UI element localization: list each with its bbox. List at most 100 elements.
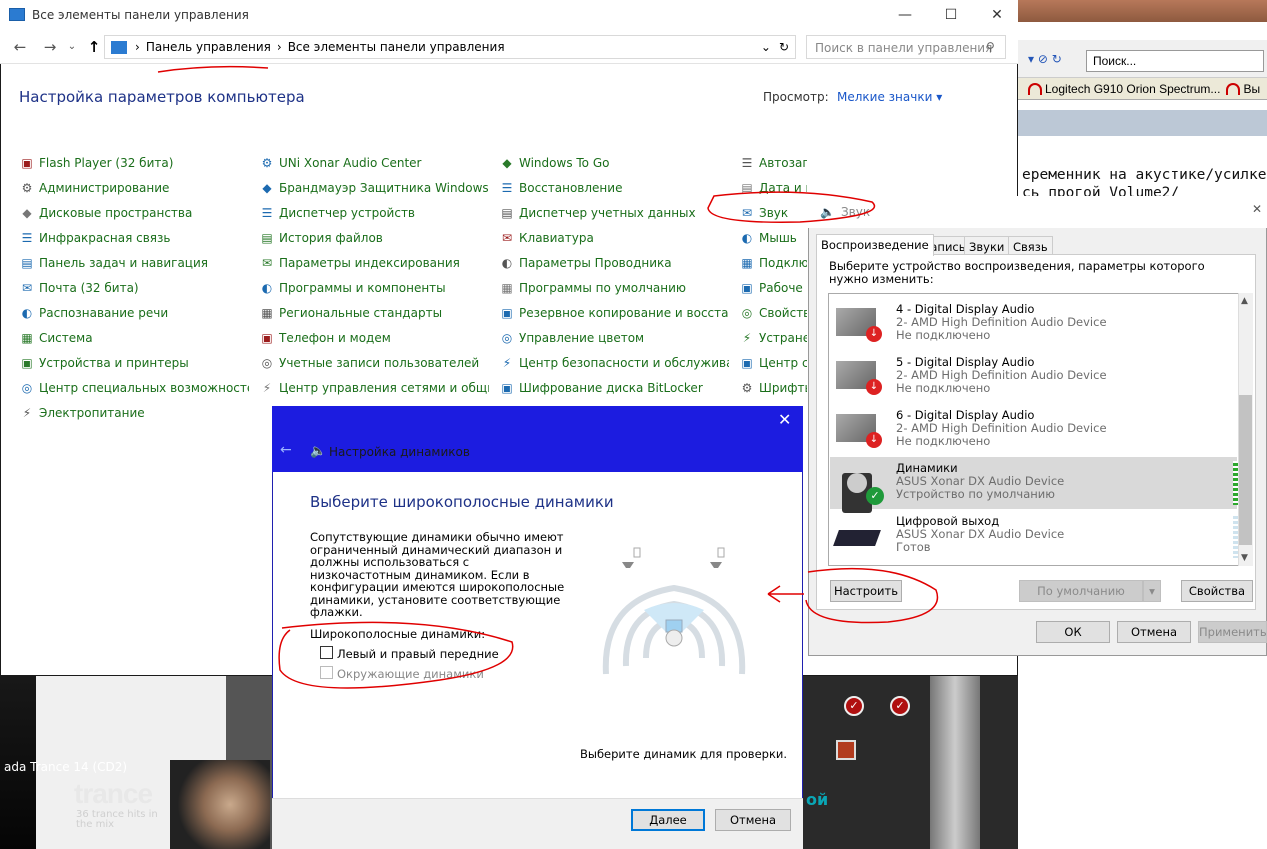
browser-nav-icons[interactable]: ▾ ⊘ ↻ <box>1028 52 1062 66</box>
cp-item[interactable]: ▣ Рабоче <box>739 278 807 298</box>
address-bar[interactable]: › Панель управления › Все элементы панел… <box>104 35 796 59</box>
cp-item[interactable]: ▦ Подключ <box>739 253 807 273</box>
cp-item-icon: ◆ <box>502 156 512 170</box>
tab-sounds[interactable]: Звуки <box>964 236 1010 256</box>
cp-item[interactable]: ◆ Брандмауэр Защитника Windows <box>259 178 489 198</box>
cancel-button[interactable]: Отмена <box>1117 621 1191 643</box>
cp-item[interactable]: ⚡ Электропитание <box>19 403 249 423</box>
browser-search-input[interactable]: Поиск... <box>1086 50 1264 72</box>
refresh-icon[interactable]: ↻ <box>779 40 789 54</box>
cp-item[interactable]: ▦ Система <box>19 328 249 348</box>
cp-item[interactable]: ▤ История файлов <box>259 228 489 248</box>
app-toggle-button[interactable] <box>836 740 856 760</box>
app-check-icon[interactable]: ✓ <box>844 696 864 716</box>
cp-item[interactable]: ◎ Свойства <box>739 303 807 323</box>
scroll-down-icon[interactable]: ▼ <box>1241 553 1248 563</box>
cp-item[interactable]: ◐ Программы и компоненты <box>259 278 489 298</box>
cp-item[interactable]: ⚡ Центр управления сетями и общи... <box>259 378 489 398</box>
cp-item[interactable]: ☰ Диспетчер устройств <box>259 203 489 223</box>
cp-item[interactable]: ⚙ UNi Xonar Audio Center <box>259 153 489 173</box>
front-speakers-checkbox[interactable] <box>320 646 333 659</box>
wizard-cancel-button[interactable]: Отмена <box>715 809 791 831</box>
tab-communications[interactable]: Связь <box>1008 236 1053 256</box>
cp-item[interactable]: ◎ Управление цветом <box>499 328 729 348</box>
breadcrumb-separator: › <box>276 40 282 54</box>
cp-item[interactable]: ☰ Восстановление <box>499 178 729 198</box>
cp-item[interactable]: ⚡ Центр безопасности и обслуживан... <box>499 353 729 373</box>
bookmark-item[interactable]: Logitech G910 Orion Spectrum... <box>1028 82 1220 96</box>
bookmark-item[interactable]: Вы <box>1226 82 1260 96</box>
cp-item[interactable]: ◐ Мышь <box>739 228 807 248</box>
ok-button[interactable]: ОК <box>1036 621 1110 643</box>
cp-search-input[interactable]: Поиск в панели управления <box>806 35 1006 59</box>
front-speakers-label[interactable]: Левый и правый передние <box>337 647 499 661</box>
back-arrow-icon[interactable]: ← <box>280 442 292 458</box>
chevron-down-icon[interactable]: ⌄ <box>761 40 771 54</box>
cp-item[interactable]: ✉ Почта (32 бита) <box>19 278 249 298</box>
cp-item[interactable]: ◐ Параметры Проводника <box>499 253 729 273</box>
view-select[interactable]: Мелкие значки ▾ <box>837 90 942 104</box>
cp-item[interactable]: ▣ Устройства и принтеры <box>19 353 249 373</box>
cp-item[interactable]: ▣ Телефон и модем <box>259 328 489 348</box>
scrollbar-thumb[interactable] <box>1239 395 1252 545</box>
device-list[interactable]: ↓ 4 - Digital Display Audio 2- AMD High De… <box>828 293 1253 566</box>
disconnected-icon: ↓ <box>866 379 882 395</box>
device-item[interactable]: Цифровой выход ASUS Xonar DX Audio Device… <box>830 510 1249 562</box>
search-icon[interactable]: ⚲ <box>986 40 995 54</box>
device-item[interactable]: ✓ Динамики ASUS Xonar DX Audio Device Устро… <box>830 457 1249 513</box>
cp-item[interactable]: ▤ Диспетчер учетных данных <box>499 203 729 223</box>
close-icon[interactable]: ✕ <box>1252 202 1262 216</box>
tab-playback[interactable]: Воспроизведение <box>816 234 934 256</box>
set-default-dropdown[interactable]: ▾ <box>1143 580 1161 602</box>
cp-item[interactable]: ⚙ Администрирование <box>19 178 249 198</box>
breadcrumb-all-items[interactable]: Все элементы панели управления <box>288 40 505 54</box>
properties-button[interactable]: Свойства <box>1181 580 1253 602</box>
cp-item[interactable]: ◆ Windows To Go <box>499 153 729 173</box>
scroll-up-icon[interactable]: ▲ <box>1241 296 1248 306</box>
back-arrow-icon[interactable]: ← <box>8 36 32 58</box>
cp-item[interactable]: ⚙ Шрифты <box>739 378 807 398</box>
cp-item[interactable]: ◐ Распознавание речи <box>19 303 249 323</box>
forward-arrow-icon[interactable]: → <box>38 36 62 58</box>
cp-item[interactable]: ▣ Резервное копирование и восстан... <box>499 303 729 323</box>
cp-item[interactable]: ▤ Панель задач и навигация <box>19 253 249 273</box>
cp-item[interactable]: ▣ Центр си <box>739 353 807 373</box>
breadcrumb-control-panel[interactable]: Панель управления <box>146 40 271 54</box>
surround-speakers-checkbox[interactable] <box>320 666 333 679</box>
cp-item[interactable]: ◎ Центр специальных возможностей <box>19 378 249 398</box>
set-default-button[interactable]: По умолчанию <box>1019 580 1143 602</box>
cp-item[interactable]: ▣ Flash Player (32 бита) <box>19 153 249 173</box>
apply-button[interactable]: Применить <box>1198 621 1267 643</box>
cp-item[interactable]: ◎ Учетные записи пользователей <box>259 353 489 373</box>
minimize-button[interactable]: — <box>882 0 928 30</box>
cp-item[interactable]: ☰ Автозапуск <box>739 153 807 173</box>
maximize-button[interactable]: ☐ <box>928 0 974 30</box>
cp-item[interactable]: ◆ Дисковые пространства <box>19 203 249 223</box>
cp-item[interactable]: ☰ Инфракрасная связь <box>19 228 249 248</box>
cp-item[interactable]: ✉ Параметры индексирования <box>259 253 489 273</box>
cp-item[interactable]: ▣ Шифрование диска BitLocker <box>499 378 729 398</box>
app-check-icon[interactable]: ✓ <box>890 696 910 716</box>
cp-item-icon: ✉ <box>741 206 753 220</box>
device-item[interactable]: ↓ 6 - Digital Display Audio 2- AMD High De… <box>830 404 1237 456</box>
cp-item-icon: ▣ <box>501 306 513 320</box>
cp-item[interactable]: ✉ Звук <box>739 203 807 223</box>
cp-item[interactable]: ✉ Клавиатура <box>499 228 729 248</box>
cp-item[interactable]: ▦ Программы по умолчанию <box>499 278 729 298</box>
chevron-down-icon[interactable]: ⌄ <box>60 36 84 58</box>
cp-item[interactable]: ▤ Дата и время <box>739 178 807 198</box>
configure-button[interactable]: Настроить <box>830 580 902 602</box>
surround-speakers-label[interactable]: Окружающие динамики <box>337 667 484 681</box>
device-item[interactable]: ↓ 4 - Digital Display Audio 2- AMD High De… <box>830 298 1237 350</box>
next-button[interactable]: Далее <box>631 809 705 831</box>
cp-item[interactable]: ▦ Региональные стандарты <box>259 303 489 323</box>
speaker-icon: 🔈 <box>310 444 327 459</box>
cp-item-icon: ⚙ <box>261 156 273 170</box>
close-button[interactable]: ✕ <box>974 0 1020 30</box>
speaker-diagram[interactable] <box>594 540 754 680</box>
close-icon[interactable]: ✕ <box>778 410 791 429</box>
device-item[interactable]: ↓ 5 - Digital Display Audio 2- AMD High De… <box>830 351 1237 403</box>
up-arrow-icon[interactable]: ↑ <box>82 36 106 58</box>
cp-item[interactable]: ⚡ Устранен <box>739 328 807 348</box>
cp-item-icon: ◐ <box>21 306 33 320</box>
